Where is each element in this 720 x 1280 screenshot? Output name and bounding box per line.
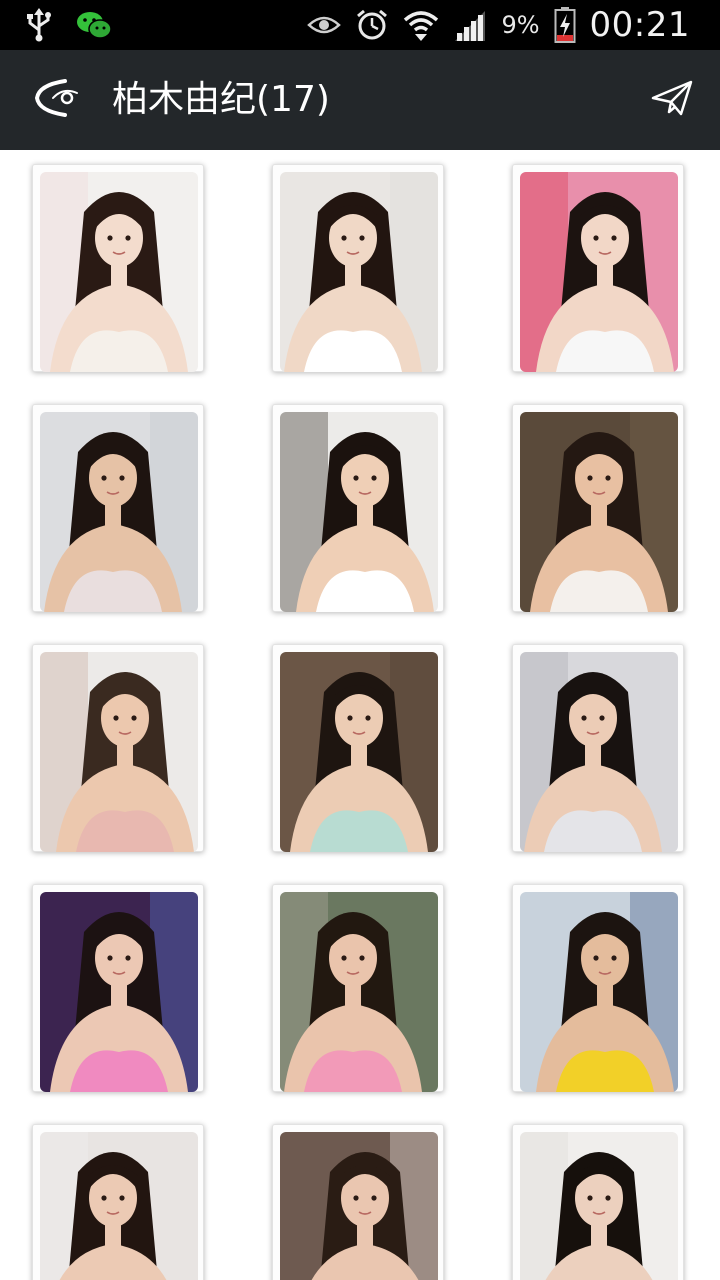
photo-thumbnail[interactable] — [32, 164, 204, 372]
photo-image — [40, 892, 198, 1092]
photo-thumbnail[interactable] — [32, 644, 204, 852]
photo-thumbnail[interactable] — [272, 884, 444, 1092]
photo-thumbnail[interactable] — [32, 884, 204, 1092]
page-title: 柏木由纪(17) — [112, 79, 330, 120]
photo-thumbnail[interactable] — [512, 644, 684, 852]
photo-image — [280, 892, 438, 1092]
usb-icon — [26, 8, 52, 42]
status-bar: 9% 00:21 — [0, 0, 720, 50]
wifi-icon — [403, 8, 439, 42]
send-button[interactable] — [646, 76, 698, 124]
photo-thumbnail[interactable] — [272, 404, 444, 612]
photo-thumbnail[interactable] — [512, 404, 684, 612]
wechat-icon — [76, 10, 112, 40]
back-button[interactable] — [28, 74, 88, 126]
photo-image — [520, 652, 678, 852]
photo-image — [40, 172, 198, 372]
photo-thumbnail[interactable] — [32, 1124, 204, 1280]
clock: 00:21 — [589, 5, 690, 45]
photo-thumbnail[interactable] — [272, 164, 444, 372]
photo-image — [520, 412, 678, 612]
send-icon — [651, 80, 693, 120]
photo-image — [520, 1132, 678, 1280]
photo-image — [520, 892, 678, 1092]
photo-image — [280, 172, 438, 372]
eye-icon — [307, 14, 342, 36]
action-bar: 柏木由纪(17) — [0, 50, 720, 150]
photo-image — [280, 1132, 438, 1280]
signal-icon — [453, 9, 487, 41]
alarm-clock-icon — [355, 8, 389, 42]
battery-charging-icon — [554, 7, 576, 43]
photo-thumbnail[interactable] — [512, 164, 684, 372]
photo-image — [280, 652, 438, 852]
photo-image — [520, 172, 678, 372]
photo-image — [40, 652, 198, 852]
back-arrow-icon — [33, 77, 83, 123]
battery-percent: 9% — [501, 11, 540, 39]
photo-thumbnail[interactable] — [272, 1124, 444, 1280]
photo-image — [280, 412, 438, 612]
photo-thumbnail[interactable] — [512, 1124, 684, 1280]
photo-image — [40, 412, 198, 612]
photo-thumbnail[interactable] — [32, 404, 204, 612]
photo-image — [40, 1132, 198, 1280]
photo-thumbnail[interactable] — [272, 644, 444, 852]
photo-thumbnail[interactable] — [512, 884, 684, 1092]
photo-grid — [0, 150, 720, 1280]
